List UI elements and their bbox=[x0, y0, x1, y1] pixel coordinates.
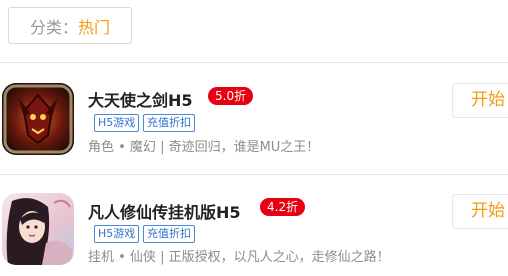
game-icon-mortal-cultivation[interactable] bbox=[2, 193, 74, 265]
game-title[interactable]: 凡人修仙传挂机版H5 bbox=[88, 199, 241, 223]
game-list-item[interactable]: 凡人修仙传挂机版H5 4.2折 H5游戏 充值折扣 挂机 • 仙侠 | 正版授权… bbox=[0, 175, 508, 275]
game-title[interactable]: 大天使之剑H5 bbox=[88, 87, 193, 111]
start-game-button[interactable]: 开始 bbox=[452, 83, 508, 118]
category-filter-value: 热门 bbox=[78, 17, 111, 37]
discount-badge: 4.2折 bbox=[260, 198, 306, 216]
tag-recharge-discount: 充值折扣 bbox=[143, 225, 195, 243]
game-description: 角色 • 魔幻 | 奇迹回归，谁是MU之王！ bbox=[88, 140, 320, 155]
discount-badge: 5.0折 bbox=[208, 87, 254, 105]
tag-recharge-discount: 充值折扣 bbox=[143, 114, 195, 132]
category-bar: 分类： 热门 bbox=[0, 0, 508, 62]
tag-h5-game: H5游戏 bbox=[94, 114, 140, 132]
game-icon-angel-sword[interactable] bbox=[2, 83, 74, 155]
game-list-item[interactable]: 大天使之剑H5 5.0折 H5游戏 充值折扣 角色 • 魔幻 | 奇迹回归，谁是… bbox=[0, 63, 508, 163]
start-game-button[interactable]: 开始 bbox=[452, 194, 508, 229]
category-filter-label: 分类： bbox=[29, 17, 78, 37]
category-filter-button[interactable]: 分类： 热门 bbox=[8, 7, 132, 44]
tag-h5-game: H5游戏 bbox=[94, 225, 140, 243]
game-description: 挂机 • 仙侠 | 正版授权，以凡人之心，走修仙之路！ bbox=[88, 250, 390, 265]
